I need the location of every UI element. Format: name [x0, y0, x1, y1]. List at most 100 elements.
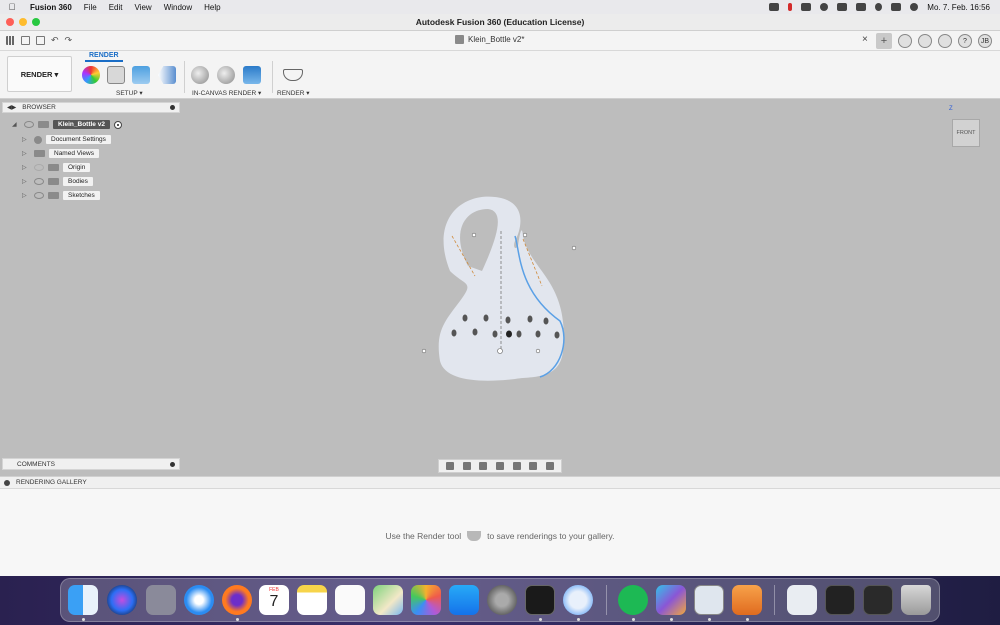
calendar-icon[interactable]: FEB 7: [259, 585, 289, 615]
display-settings-icon[interactable]: [529, 462, 538, 470]
terminal-icon[interactable]: [525, 585, 555, 615]
fusion-360-icon[interactable]: [732, 585, 762, 615]
clipboard-icon[interactable]: [801, 3, 812, 11]
undo-icon[interactable]: ↶: [51, 35, 59, 46]
activate-radio-icon[interactable]: [113, 120, 122, 129]
wifi-icon[interactable]: [856, 3, 867, 11]
scene-settings-icon[interactable]: [107, 66, 125, 84]
tab-render[interactable]: RENDER: [85, 52, 123, 62]
view-cube-face[interactable]: FRONT: [957, 130, 976, 136]
spotify-icon[interactable]: [618, 585, 648, 615]
document-tab[interactable]: Klein_Bottle v2*: [455, 35, 524, 44]
expand-icon[interactable]: ▷: [22, 192, 30, 199]
search-icon[interactable]: [875, 3, 883, 11]
browser-item-sketches[interactable]: ▷ Sketches: [22, 191, 100, 200]
menu-view[interactable]: View: [128, 3, 157, 12]
expand-icon[interactable]: ▷: [22, 178, 30, 185]
remote-desktop-icon[interactable]: [563, 585, 593, 615]
menu-help[interactable]: Help: [198, 3, 226, 12]
decal-icon[interactable]: [158, 66, 176, 84]
trash-icon[interactable]: [901, 585, 931, 615]
workspace-switcher[interactable]: RENDER ▾: [7, 56, 72, 92]
browser-root-item[interactable]: ◢ Klein_Bottle v2: [12, 120, 122, 129]
status-icon[interactable]: [769, 3, 780, 11]
pin-icon[interactable]: [170, 461, 175, 467]
app-store-icon[interactable]: [449, 585, 479, 615]
zoom-window-icon[interactable]: [512, 462, 521, 470]
in-canvas-render-icon[interactable]: [191, 66, 209, 84]
menu-file[interactable]: File: [78, 3, 103, 12]
battery-icon[interactable]: [837, 3, 848, 11]
control-center-icon[interactable]: [891, 3, 902, 11]
teapot-render-icon[interactable]: [283, 69, 303, 81]
pin-icon[interactable]: [170, 105, 175, 110]
collapse-icon[interactable]: [4, 479, 10, 486]
collapse-icon[interactable]: ◀▶: [7, 104, 16, 111]
user-avatar[interactable]: JB: [978, 34, 992, 48]
expand-icon[interactable]: ▷: [22, 164, 30, 171]
extensions-icon[interactable]: [898, 34, 912, 48]
browser-item-bodies[interactable]: ▷ Bodies: [22, 177, 93, 186]
preview-icon[interactable]: [694, 585, 724, 615]
zoom-icon[interactable]: [495, 462, 504, 470]
close-tab-icon[interactable]: ×: [862, 34, 868, 45]
visibility-eye-icon[interactable]: [34, 192, 44, 199]
system-preferences-icon[interactable]: [487, 585, 517, 615]
redo-icon[interactable]: ↷: [65, 35, 73, 46]
browser-item-named-views[interactable]: ▷ Named Views: [22, 149, 99, 158]
menu-edit[interactable]: Edit: [103, 3, 129, 12]
launchpad-icon[interactable]: [146, 585, 176, 615]
new-tab-icon[interactable]: +: [876, 33, 892, 49]
data-panel-icon[interactable]: [6, 36, 15, 45]
notes-icon[interactable]: [297, 585, 327, 615]
close-window-icon[interactable]: [6, 18, 14, 26]
menu-window[interactable]: Window: [158, 3, 198, 12]
apple-icon[interactable]: : [0, 2, 24, 12]
firefox-icon[interactable]: [222, 585, 252, 615]
setup-group-label[interactable]: SETUP ▾: [116, 89, 143, 97]
in-canvas-render-group-label[interactable]: IN-CANVAS RENDER ▾: [192, 89, 261, 97]
minimized-window-icon[interactable]: [825, 585, 855, 615]
browser-panel-header[interactable]: ◀▶ BROWSER: [2, 102, 180, 113]
browser-item-origin[interactable]: ▷ Origin: [22, 163, 91, 172]
notifications-icon[interactable]: [938, 34, 952, 48]
in-canvas-settings-icon[interactable]: [217, 66, 235, 84]
save-icon[interactable]: [36, 36, 45, 45]
comments-panel-header[interactable]: COMMENTS: [2, 458, 180, 470]
render-group-label[interactable]: RENDER ▾: [277, 89, 310, 97]
capture-image-icon[interactable]: [243, 66, 261, 84]
rendering-gallery-header[interactable]: RENDERING GALLERY: [0, 476, 1000, 489]
reminders-icon[interactable]: [335, 585, 365, 615]
zoom-window-icon[interactable]: [32, 18, 40, 26]
menu-app-name[interactable]: Fusion 360: [24, 3, 78, 12]
orbit-icon[interactable]: [446, 462, 455, 470]
grid-settings-icon[interactable]: [545, 462, 554, 470]
expand-icon[interactable]: ▷: [22, 136, 30, 143]
expand-icon[interactable]: ▷: [22, 150, 30, 157]
look-at-icon[interactable]: [462, 462, 471, 470]
help-icon[interactable]: ?: [958, 34, 972, 48]
minimized-window-icon[interactable]: [863, 585, 893, 615]
finder-icon[interactable]: [68, 585, 98, 615]
maps-icon[interactable]: [373, 585, 403, 615]
klein-bottle-model[interactable]: [420, 191, 600, 391]
file-menu-icon[interactable]: [21, 36, 30, 45]
pan-icon[interactable]: [479, 462, 488, 470]
photos-icon[interactable]: [411, 585, 441, 615]
appearance-icon[interactable]: [82, 66, 100, 84]
job-status-icon[interactable]: [918, 34, 932, 48]
vscode-icon[interactable]: [656, 585, 686, 615]
siri-icon[interactable]: [107, 585, 137, 615]
menubar-clock[interactable]: Mo. 7. Feb. 16:56: [927, 3, 990, 12]
browser-item-document-settings[interactable]: ▷ Document Settings: [22, 135, 111, 144]
safari-icon[interactable]: [184, 585, 214, 615]
minimize-window-icon[interactable]: [19, 18, 27, 26]
record-icon[interactable]: [820, 3, 829, 11]
view-cube[interactable]: FRONT: [952, 119, 980, 147]
expand-icon[interactable]: ◢: [12, 121, 20, 128]
canvas-viewport[interactable]: ◀▶ BROWSER ◢ Klein_Bottle v2 ▷ Document …: [0, 99, 1000, 476]
siri-icon[interactable]: [910, 3, 919, 11]
downloads-folder-icon[interactable]: [787, 585, 817, 615]
parallels-icon[interactable]: [788, 3, 793, 11]
texture-map-icon[interactable]: [132, 66, 150, 84]
